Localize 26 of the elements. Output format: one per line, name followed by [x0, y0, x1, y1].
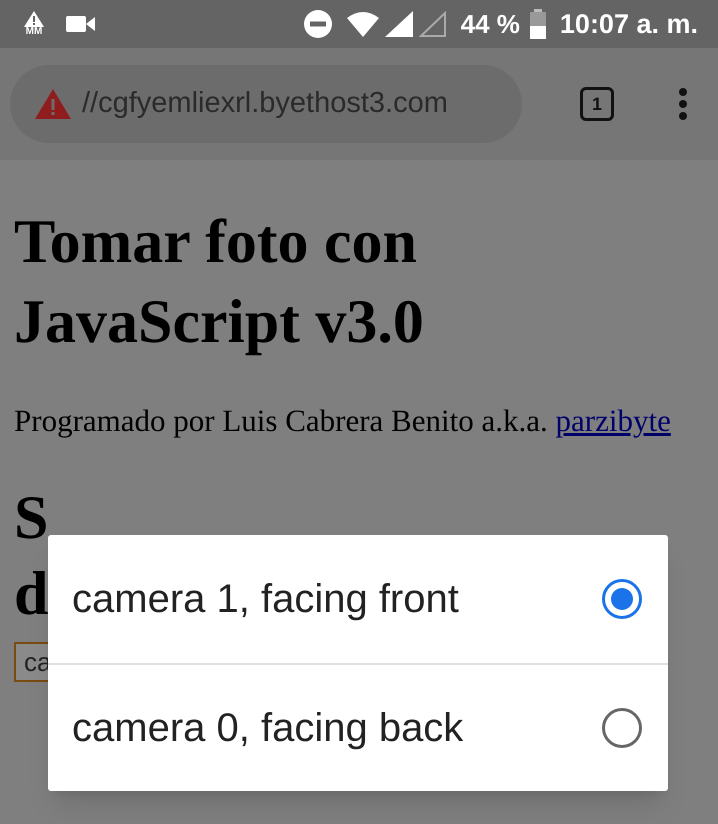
warning-icon: [24, 11, 44, 27]
radio-button[interactable]: [602, 708, 642, 748]
notification-label: MM: [26, 27, 42, 37]
section-heading: d: [14, 559, 48, 630]
url-text: //cgfyemliexrl.byethost3.com: [82, 86, 448, 122]
battery-icon: [530, 9, 546, 39]
section-heading: S: [14, 483, 48, 554]
signal-empty-icon: [418, 11, 447, 37]
camera-option[interactable]: camera 1, facing front: [48, 535, 668, 663]
video-camera-icon: [66, 14, 96, 34]
menu-icon[interactable]: [678, 87, 688, 121]
clock: 10:07 a. m.: [560, 8, 698, 41]
warning-icon: [34, 88, 72, 120]
tab-switcher-button[interactable]: 1: [580, 87, 614, 121]
page-title: Tomar foto con JavaScript v3.0: [14, 207, 425, 358]
wifi-icon: [346, 11, 379, 37]
do-not-disturb-icon: [302, 9, 333, 39]
battery-level: 44 %: [460, 8, 520, 40]
byline: Programado por Luis Cabrera Benito a.k.a. parzibyte: [14, 402, 672, 440]
option-label: camera 0, facing back: [72, 705, 464, 752]
address-bar[interactable]: //cgfyemliexrl.byethost3.com: [10, 65, 522, 143]
author-link[interactable]: parzibyte: [556, 403, 671, 438]
camera-option[interactable]: camera 0, facing back: [48, 663, 668, 791]
radio-button[interactable]: [602, 579, 642, 619]
signal-icon: [384, 11, 413, 37]
option-label: camera 1, facing front: [72, 576, 460, 623]
